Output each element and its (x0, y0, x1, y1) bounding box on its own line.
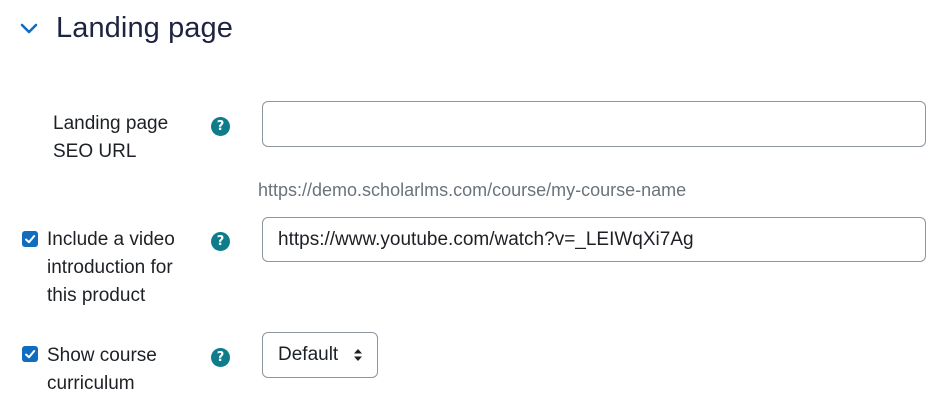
seo-url-input[interactable] (262, 101, 926, 147)
select-arrows-icon (354, 349, 362, 361)
seo-url-label-line2: SEO URL (53, 141, 137, 162)
check-icon (25, 235, 36, 244)
video-label-line1: Include a video (47, 229, 175, 250)
video-url-input[interactable] (262, 217, 926, 262)
curriculum-select[interactable]: Default (262, 332, 378, 378)
curriculum-label-line1: Show course (47, 345, 157, 366)
seo-url-hint: https://demo.scholarlms.com/course/my-co… (258, 180, 687, 200)
video-label-line2: introduction for (47, 257, 173, 278)
section-title: Landing page (56, 11, 233, 44)
curriculum-label: Show course curriculum (47, 342, 157, 398)
video-label: Include a video introduction for this pr… (47, 226, 175, 310)
video-help-icon[interactable]: ? (211, 232, 230, 251)
chevron-down-icon (20, 23, 38, 34)
curriculum-help-icon[interactable]: ? (211, 348, 230, 367)
seo-url-label: Landing page SEO URL (53, 110, 168, 166)
check-icon (25, 350, 36, 359)
seo-url-label-line1: Landing page (53, 113, 169, 134)
seo-url-help-icon[interactable]: ? (211, 117, 230, 136)
section-toggle[interactable]: Landing page (18, 8, 233, 48)
video-checkbox[interactable] (22, 231, 38, 247)
curriculum-checkbox[interactable] (22, 346, 38, 362)
video-label-line3: this product (47, 285, 146, 306)
curriculum-label-line2: curriculum (47, 373, 135, 394)
curriculum-select-value: Default (278, 344, 339, 365)
